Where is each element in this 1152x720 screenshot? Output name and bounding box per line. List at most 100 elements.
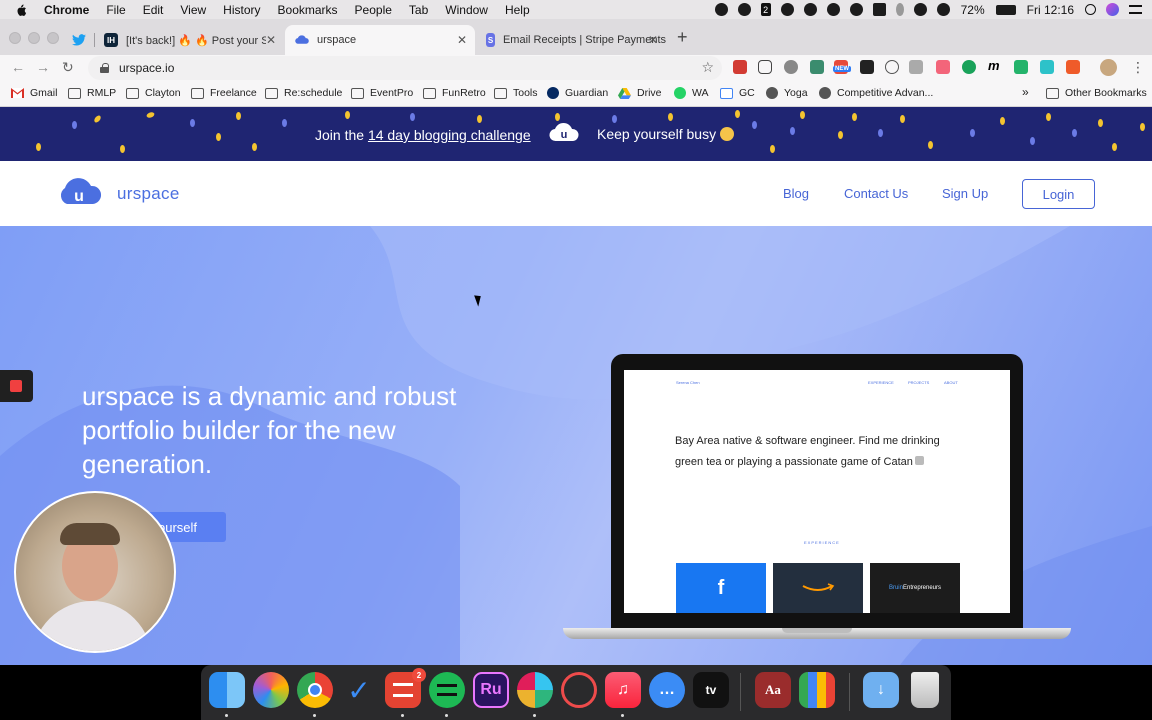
login-button[interactable]: Login (1022, 179, 1095, 209)
fox-extension-icon[interactable] (1066, 60, 1080, 74)
tab-twitter[interactable] (62, 25, 95, 55)
lock-icon[interactable] (100, 63, 109, 73)
slack-icon[interactable] (517, 672, 553, 708)
forward-arrow-icon[interactable]: → (36, 59, 50, 75)
bookmark-freelance[interactable]: Freelance (191, 87, 257, 99)
status-app-icon[interactable] (714, 3, 728, 16)
bookmark-competitive-advantage[interactable]: Competitive Advan... (819, 87, 933, 99)
menu-people[interactable]: People (355, 3, 392, 17)
spotlight-search-icon[interactable] (1085, 4, 1096, 15)
bookmark-eventpro[interactable]: EventPro (351, 87, 413, 99)
tasks-icon[interactable]: ✓ (341, 672, 377, 708)
eyedropper-extension-icon[interactable] (810, 60, 824, 74)
battery-percent[interactable]: 72% (961, 3, 985, 17)
menu-bookmarks[interactable]: Bookmarks (278, 3, 338, 17)
bookmark-wa[interactable]: WA (674, 87, 709, 99)
notification-center-icon[interactable] (1129, 5, 1142, 14)
chrome-menu-icon[interactable]: ⋮ (1131, 59, 1145, 76)
brand-name[interactable]: urspace (117, 184, 180, 204)
status-airplay-icon[interactable] (872, 3, 886, 16)
new-tab-plus-icon[interactable]: + (677, 27, 688, 48)
close-icon[interactable]: ✕ (266, 33, 276, 47)
address-bar[interactable]: urspace.io ☆ (88, 56, 722, 80)
music-icon[interactable]: ♫ (605, 672, 641, 708)
url-text[interactable]: urspace.io (119, 61, 174, 75)
finder-icon[interactable] (209, 672, 245, 708)
nav-contact-link[interactable]: Contact Us (844, 186, 908, 201)
bookmark-reschedule[interactable]: Re:schedule (265, 87, 342, 99)
window-zoom-button[interactable] (47, 32, 59, 44)
battery-icon[interactable] (995, 4, 1016, 15)
tv-icon[interactable]: tv (693, 672, 729, 708)
arrow-extension-icon[interactable] (936, 60, 950, 74)
link-extension-icon[interactable] (909, 60, 923, 74)
status-1password-icon[interactable] (803, 3, 817, 16)
medium-extension-icon[interactable] (860, 60, 874, 74)
bookmark-rmlp[interactable]: RMLP (68, 87, 116, 99)
status-cloud-icon[interactable] (826, 3, 840, 16)
close-icon[interactable]: ✕ (648, 33, 658, 47)
status-wifi-icon[interactable] (913, 3, 927, 16)
bookmark-star-icon[interactable]: ☆ (701, 59, 714, 76)
bookmark-gc[interactable]: GC (720, 87, 755, 99)
tab-urspace[interactable]: urspace ✕ (285, 25, 475, 55)
spotify-icon[interactable] (429, 672, 465, 708)
clock[interactable]: Fri 12:16 (1027, 3, 1074, 17)
nav-blog-link[interactable]: Blog (783, 186, 809, 201)
numbers-icon[interactable] (799, 672, 835, 708)
nav-signup-link[interactable]: Sign Up (942, 186, 988, 201)
window-minimize-button[interactable] (28, 32, 40, 44)
close-icon[interactable]: ✕ (457, 33, 467, 47)
urspace-logo-icon[interactable]: u (56, 175, 102, 211)
bookmark-guardian[interactable]: Guardian (547, 87, 608, 99)
apple-icon[interactable] (14, 3, 28, 17)
status-volume-icon[interactable] (936, 3, 950, 16)
menu-app-name[interactable]: Chrome (44, 3, 89, 17)
iq-extension-icon[interactable] (1014, 60, 1028, 74)
menu-edit[interactable]: Edit (143, 3, 164, 17)
blogging-challenge-link[interactable]: 14 day blogging challenge (368, 127, 531, 143)
menu-help[interactable]: Help (505, 3, 530, 17)
siri-icon[interactable] (1106, 3, 1119, 16)
hangouts-extension-icon[interactable] (962, 60, 976, 74)
recording-stop-button[interactable] (0, 370, 33, 402)
profile-avatar[interactable] (1100, 59, 1117, 76)
m-extension-icon[interactable]: m (988, 58, 1002, 73)
bookmark-tools[interactable]: Tools (494, 87, 538, 99)
menu-window[interactable]: Window (445, 3, 488, 17)
menu-view[interactable]: View (180, 3, 206, 17)
bookmark-clayton[interactable]: Clayton (126, 87, 181, 99)
messenger-icon[interactable]: … (649, 672, 685, 708)
menu-file[interactable]: File (106, 3, 125, 17)
bookmark-drive[interactable]: Drive (618, 87, 662, 99)
status-badge-icon[interactable]: 2 (760, 3, 771, 16)
tab-stripe[interactable]: S Email Receipts | Stripe Payments ✕ (476, 25, 666, 55)
reload-icon[interactable]: ↻ (62, 59, 74, 76)
gear-extension-icon[interactable] (885, 60, 899, 74)
back-arrow-icon[interactable]: ← (11, 59, 25, 75)
app-icon[interactable] (561, 672, 597, 708)
downloads-icon[interactable]: ↓ (863, 672, 899, 708)
menu-tab[interactable]: Tab (409, 3, 428, 17)
chrome-icon[interactable] (297, 672, 333, 708)
bookmark-yoga[interactable]: Yoga (766, 87, 808, 99)
status-droplet-icon[interactable] (737, 3, 751, 16)
bookmark-gmail[interactable]: Gmail (11, 87, 57, 99)
menu-history[interactable]: History (223, 3, 260, 17)
trash-icon[interactable] (911, 672, 939, 708)
window-close-button[interactable] (9, 32, 21, 44)
todoist-icon[interactable]: 2 (385, 668, 426, 708)
bookmark-funretro[interactable]: FunRetro (423, 87, 486, 99)
tomato-extension-icon[interactable] (784, 60, 798, 74)
status-ghost-icon[interactable] (849, 3, 863, 16)
bookmark-other-bookmarks[interactable]: Other Bookmarks (1046, 87, 1147, 99)
cube-extension-icon[interactable] (1040, 60, 1054, 74)
rush-icon[interactable]: Ru (473, 672, 509, 708)
dictionary-icon[interactable]: Aa (755, 672, 791, 708)
lastpass-extension-icon[interactable] (733, 60, 747, 74)
status-bluetooth-icon[interactable] (895, 3, 904, 16)
status-creative-cloud-icon[interactable] (780, 3, 794, 16)
pocket-extension-icon[interactable] (758, 60, 772, 74)
bookmarks-overflow-chevron-icon[interactable]: » (1022, 85, 1029, 99)
tab-indiehackers[interactable]: IH [It's back!] 🔥 🔥 Post your SAAS ✕ (94, 25, 284, 55)
